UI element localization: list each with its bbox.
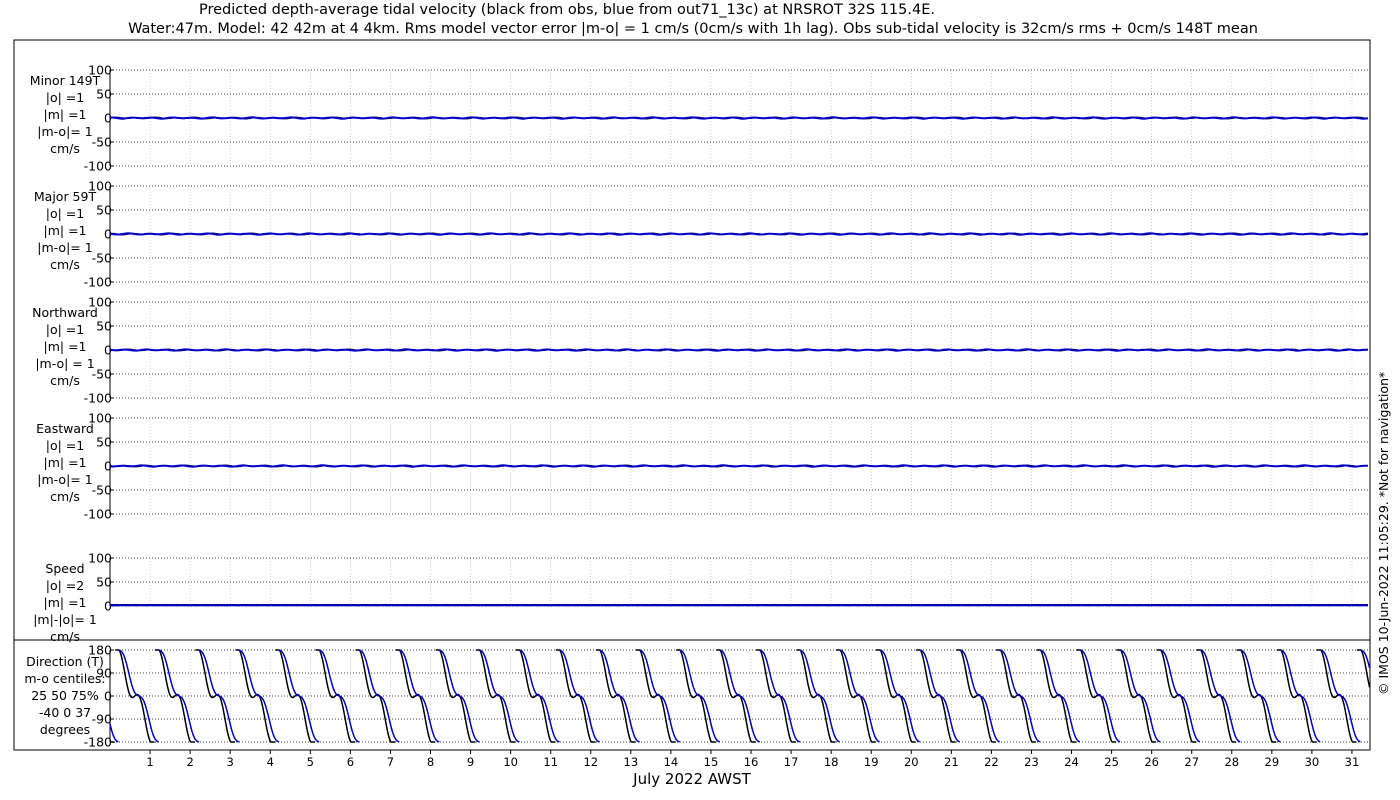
- panel-label-line: |o| =1: [46, 206, 84, 221]
- panel-label-line: |o| =2: [46, 578, 84, 593]
- x-tick-label: 24: [1064, 755, 1079, 769]
- panel-label-line: |o| =1: [46, 322, 84, 337]
- x-tick-label: 21: [944, 755, 959, 769]
- panel-direction: 180900-90-180Direction (T)m-o centiles:2…: [24, 643, 1371, 750]
- series-line-model: [109, 464, 1369, 468]
- panel-northward: 100500-50-100Northward|o| =1|m| =1|m-o| …: [32, 295, 1370, 406]
- panel-label-line: |m| =1: [44, 107, 87, 122]
- figure-title-line1: Predicted depth-average tidal velocity (…: [199, 2, 935, 18]
- panel-label-line: |m|-|o|= 1: [33, 612, 97, 627]
- panel-label-line: |m-o|= 1: [37, 240, 92, 255]
- panel-label-line: m-o centiles:: [24, 671, 105, 686]
- panel-label-line: Direction (T): [26, 654, 104, 669]
- x-tick-label: 5: [307, 755, 314, 769]
- x-tick-label: 30: [1305, 755, 1320, 769]
- y-tick-label: 50: [96, 203, 112, 218]
- x-tick-label: 23: [1024, 755, 1039, 769]
- x-tick-label: 3: [227, 755, 234, 769]
- series-line-model: [109, 348, 1369, 352]
- panel-label-line: cm/s: [50, 257, 80, 272]
- panel-label-line: Minor 149T: [30, 73, 101, 88]
- panel-label-line: |m| =1: [44, 223, 87, 238]
- x-tick-label: 31: [1345, 755, 1360, 769]
- panel-label-line: Major 59T: [34, 189, 97, 204]
- y-tick-label: 100: [88, 551, 112, 566]
- panel-label-line: |m| =1: [44, 455, 87, 470]
- tidal-velocity-figure: Predicted depth-average tidal velocity (…: [13, 2, 1391, 788]
- panel-label-line: |m-o|= 1: [37, 472, 92, 487]
- y-tick-label: -50: [92, 135, 112, 150]
- x-tick-label: 26: [1144, 755, 1159, 769]
- x-tick-label: 11: [543, 755, 558, 769]
- panel-label-line: |m| =1: [44, 595, 87, 610]
- y-tick-label: -100: [84, 391, 112, 406]
- x-tick-label: 17: [784, 755, 799, 769]
- panel-label-line: Eastward: [36, 421, 94, 436]
- panel-label-line: Northward: [32, 305, 98, 320]
- panel-label-line: cm/s: [50, 489, 80, 504]
- y-tick-label: -100: [84, 275, 112, 290]
- y-tick-label: 50: [96, 575, 112, 590]
- y-tick-label: 50: [96, 87, 112, 102]
- panel-label-line: Speed: [45, 561, 84, 576]
- x-tick-label: 29: [1265, 755, 1280, 769]
- panel-label-line: |o| =1: [46, 438, 84, 453]
- y-tick-label: -50: [92, 251, 112, 266]
- panel-label-line: |m-o| = 1: [35, 356, 94, 371]
- series-line-model: [110, 116, 1369, 120]
- y-tick-label: 0: [104, 689, 112, 704]
- x-tick-label: 6: [347, 755, 354, 769]
- x-axis-label: July 2022 AWST: [632, 770, 751, 788]
- x-tick-label: 19: [864, 755, 879, 769]
- x-tick-label: 10: [503, 755, 518, 769]
- x-tick-label: 2: [186, 755, 193, 769]
- series-line-model: [109, 649, 1371, 743]
- y-tick-label: 50: [96, 319, 112, 334]
- panel-label-line: cm/s: [50, 141, 80, 156]
- y-tick-label: -90: [92, 712, 112, 727]
- x-tick-label: 4: [267, 755, 274, 769]
- panel-minor: 100500-50-100Minor 149T|o| =1|m| =1|m-o|…: [30, 63, 1370, 174]
- panel-label-line: |m-o|= 1: [37, 124, 92, 139]
- panel-eastward: 100500-50-100Eastward|o| =1|m| =1|m-o|= …: [36, 411, 1370, 522]
- panel-label-line: cm/s: [50, 629, 80, 644]
- x-tick-label: 15: [704, 755, 719, 769]
- panel-label-line: 25 50 75%: [31, 688, 99, 703]
- plot-panels: 100 50 0 -50 -100 Minor 149T |o| =1 |m| =1 |m-o|…: [24, 63, 1371, 769]
- x-tick-label: 14: [664, 755, 679, 769]
- x-tick-label: 16: [744, 755, 759, 769]
- x-tick-label: 20: [904, 755, 919, 769]
- y-tick-label: -100: [84, 507, 112, 522]
- panel-label-line: |o| =1: [46, 90, 84, 105]
- x-tick-label: 9: [467, 755, 474, 769]
- x-tick-label: 13: [624, 755, 639, 769]
- panel-label-line: degrees: [40, 722, 90, 737]
- y-tick-label: -50: [92, 483, 112, 498]
- velocity-panels-frame: [13, 39, 1371, 641]
- x-axis: 1 2 3 4 5 6 7 8 9 10 11 12 13 14 15 16 17 18 19 20 21 22 23 24 2…: [110, 749, 1370, 769]
- x-tick-label: 25: [1104, 755, 1119, 769]
- x-tick-label: 28: [1224, 755, 1239, 769]
- x-tick-label: 7: [387, 755, 394, 769]
- y-tick-label: 50: [96, 435, 112, 450]
- x-tick-label: 8: [427, 755, 434, 769]
- figure-title-line2: Water:47m. Model: 42 42m at 4 4km. Rms m…: [128, 21, 1258, 37]
- x-tick-label: 1: [146, 755, 153, 769]
- copyright-notice: © IMOS 10-Jun-2022 11:05:29. *Not for na…: [1376, 372, 1391, 695]
- x-tick-label: 18: [824, 755, 839, 769]
- y-tick-label: -100: [84, 159, 112, 174]
- panel-major: 100500-50-100Major 59T|o| =1|m| =1|m-o|=…: [34, 179, 1370, 290]
- x-tick-label: 12: [583, 755, 598, 769]
- x-tick-label: 22: [984, 755, 999, 769]
- panel-label-line: |m| =1: [44, 339, 87, 354]
- x-tick-label: 27: [1184, 755, 1199, 769]
- panel-label-line: -40 0 37: [39, 705, 91, 720]
- panel-speed: 100500Speed|o| =2|m| =1|m|-|o|= 1cm/s: [33, 551, 1370, 644]
- panel-label-line: cm/s: [50, 373, 80, 388]
